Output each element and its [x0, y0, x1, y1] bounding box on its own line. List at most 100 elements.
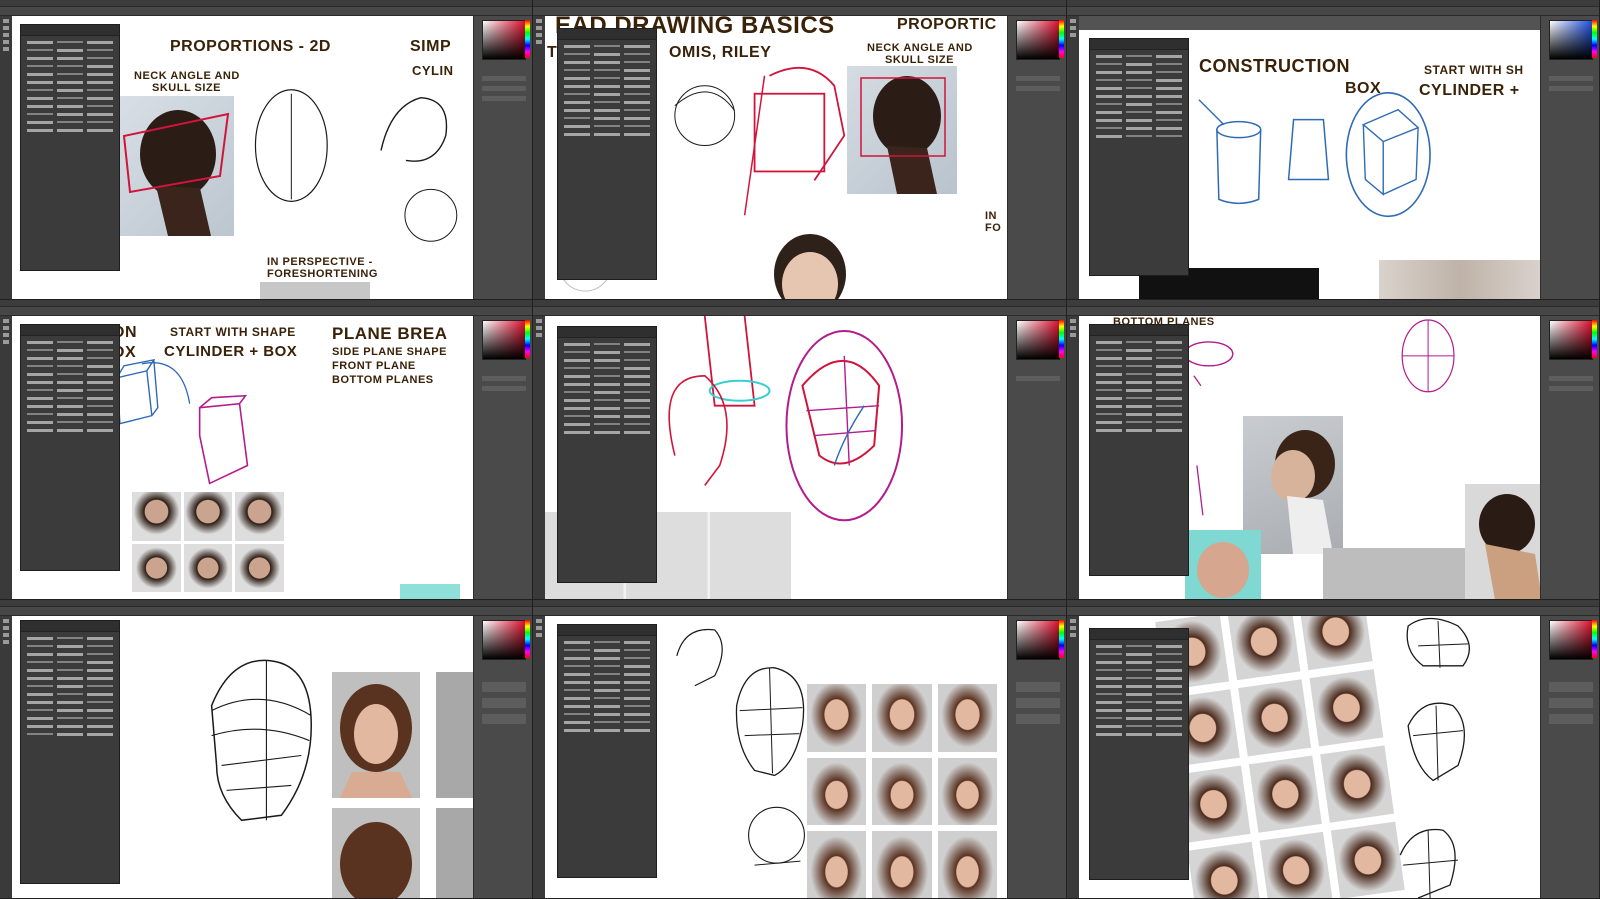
hue-slider[interactable] — [525, 620, 530, 658]
color-picker[interactable] — [482, 20, 526, 60]
layer-row[interactable] — [482, 376, 526, 381]
tools-panel[interactable] — [0, 616, 12, 898]
panel-header[interactable] — [21, 25, 119, 36]
color-picker[interactable] — [1016, 20, 1060, 60]
layer-row[interactable] — [1016, 682, 1060, 692]
move-tool-icon[interactable] — [536, 619, 542, 623]
color-picker[interactable] — [1549, 20, 1593, 60]
tools-panel[interactable] — [1067, 316, 1079, 599]
lasso-tool-icon[interactable] — [536, 40, 542, 44]
menu-bar[interactable] — [0, 600, 532, 613]
right-panel-dock[interactable] — [1540, 316, 1599, 599]
right-panel-dock[interactable] — [473, 316, 532, 599]
move-tool-icon[interactable] — [536, 319, 542, 323]
color-picker[interactable] — [482, 320, 526, 360]
options-bar[interactable] — [533, 307, 1066, 316]
menu-bar[interactable] — [0, 300, 532, 313]
move-tool-icon[interactable] — [1070, 19, 1076, 23]
right-panel-dock[interactable] — [1007, 616, 1066, 898]
layer-row[interactable] — [1549, 86, 1593, 91]
panel-header[interactable] — [558, 29, 656, 40]
brush-presets-panel[interactable] — [1089, 38, 1189, 276]
right-panel-dock[interactable] — [473, 616, 532, 898]
panel-header[interactable] — [558, 327, 656, 338]
right-panel-dock[interactable] — [1540, 16, 1599, 299]
options-bar[interactable] — [0, 7, 532, 16]
layer-row[interactable] — [482, 714, 526, 724]
brush-presets-panel[interactable] — [20, 24, 120, 271]
layer-row[interactable] — [1549, 714, 1593, 724]
options-bar[interactable] — [0, 307, 532, 316]
right-panel-dock[interactable] — [1540, 616, 1599, 898]
layer-row[interactable] — [482, 86, 526, 91]
lasso-tool-icon[interactable] — [3, 340, 9, 344]
brush-presets-panel[interactable] — [1089, 628, 1189, 880]
brush-presets-panel[interactable] — [20, 620, 120, 884]
layer-row[interactable] — [1016, 376, 1060, 381]
options-bar[interactable] — [1067, 7, 1599, 16]
brush-presets-panel[interactable] — [557, 326, 657, 583]
panel-header[interactable] — [21, 325, 119, 336]
options-bar[interactable] — [533, 607, 1066, 616]
options-bar[interactable] — [1067, 307, 1599, 316]
layer-row[interactable] — [1549, 682, 1593, 692]
move-tool-icon[interactable] — [3, 619, 9, 623]
move-tool-icon[interactable] — [1070, 319, 1076, 323]
layer-row[interactable] — [1549, 376, 1593, 381]
layer-row[interactable] — [1549, 698, 1593, 708]
color-picker[interactable] — [1016, 620, 1060, 660]
menu-bar[interactable] — [533, 600, 1066, 613]
zoom-tool-icon[interactable] — [3, 47, 9, 51]
tools-panel[interactable] — [533, 16, 545, 299]
brush-tool-icon[interactable] — [1070, 26, 1076, 30]
hue-slider[interactable] — [1592, 320, 1597, 358]
tools-panel[interactable] — [0, 316, 12, 599]
layer-row[interactable] — [1549, 386, 1593, 391]
eraser-tool-icon[interactable] — [3, 633, 9, 637]
brush-tool-icon[interactable] — [536, 626, 542, 630]
brush-presets-panel[interactable] — [557, 624, 657, 878]
tools-panel[interactable] — [0, 16, 12, 299]
eraser-tool-icon[interactable] — [1070, 333, 1076, 337]
color-picker[interactable] — [1549, 620, 1593, 660]
hue-slider[interactable] — [1592, 20, 1597, 58]
panel-header[interactable] — [1090, 39, 1188, 50]
layer-row[interactable] — [482, 682, 526, 692]
brush-presets-panel[interactable] — [20, 324, 120, 571]
panel-header[interactable] — [1090, 629, 1188, 640]
brush-tool-icon[interactable] — [3, 626, 9, 630]
options-bar[interactable] — [1067, 607, 1599, 616]
brush-tool-icon[interactable] — [3, 26, 9, 30]
menu-bar[interactable] — [0, 0, 532, 13]
move-tool-icon[interactable] — [536, 19, 542, 23]
menu-bar[interactable] — [533, 300, 1066, 313]
tools-panel[interactable] — [533, 316, 545, 599]
tools-panel[interactable] — [1067, 616, 1079, 898]
options-bar[interactable] — [0, 607, 532, 616]
layer-row[interactable] — [1016, 714, 1060, 724]
brush-tool-icon[interactable] — [536, 26, 542, 30]
brush-tool-icon[interactable] — [536, 326, 542, 330]
layer-row[interactable] — [482, 76, 526, 81]
menu-bar[interactable] — [1067, 300, 1599, 313]
hue-slider[interactable] — [1592, 620, 1597, 658]
brush-presets-panel[interactable] — [1089, 324, 1189, 576]
brush-tool-icon[interactable] — [3, 326, 9, 330]
eraser-tool-icon[interactable] — [536, 333, 542, 337]
eraser-tool-icon[interactable] — [536, 33, 542, 37]
color-picker[interactable] — [1016, 320, 1060, 360]
eraser-tool-icon[interactable] — [536, 633, 542, 637]
move-tool-icon[interactable] — [3, 19, 9, 23]
panel-header[interactable] — [1090, 325, 1188, 336]
brush-tool-icon[interactable] — [1070, 626, 1076, 630]
layer-row[interactable] — [1016, 86, 1060, 91]
layer-row[interactable] — [1549, 76, 1593, 81]
move-tool-icon[interactable] — [3, 319, 9, 323]
panel-header[interactable] — [558, 625, 656, 636]
eraser-tool-icon[interactable] — [1070, 633, 1076, 637]
menu-bar[interactable] — [1067, 600, 1599, 613]
hue-slider[interactable] — [1059, 620, 1064, 658]
panel-header[interactable] — [21, 621, 119, 632]
hue-slider[interactable] — [1059, 20, 1064, 58]
options-bar[interactable] — [533, 7, 1066, 16]
